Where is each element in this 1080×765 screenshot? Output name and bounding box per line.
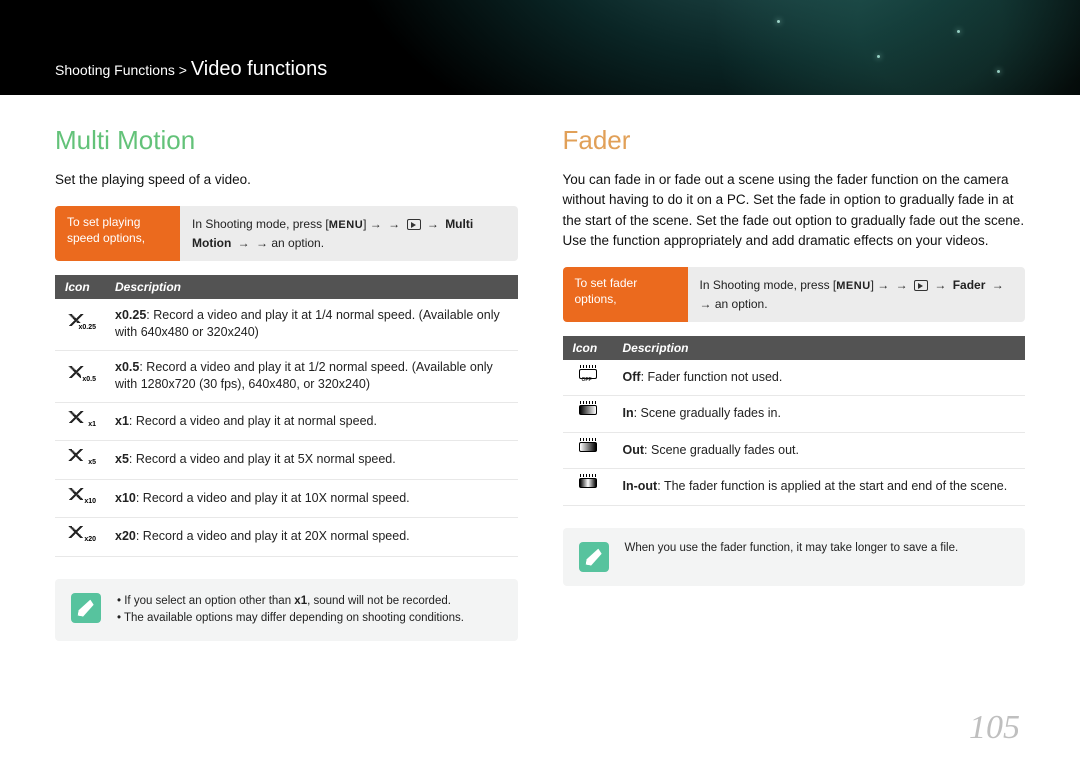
video-icon bbox=[914, 280, 928, 291]
breadcrumb: Shooting Functions > Video functions bbox=[55, 58, 327, 81]
table-row: x0.5 x0.5: Record a video and play it at… bbox=[55, 350, 518, 402]
table-row: x1 x1: Record a video and play it at nor… bbox=[55, 402, 518, 441]
table-header-row: Icon Description bbox=[563, 336, 1026, 360]
table-row: In: Scene gradually fades in. bbox=[563, 396, 1026, 433]
mm-options-table: Icon Description x0.25 x0.25: Record a v… bbox=[55, 275, 518, 557]
speed-icon: x1 bbox=[67, 411, 93, 427]
content-columns: Multi Motion Set the playing speed of a … bbox=[0, 95, 1080, 641]
fader-inout-icon bbox=[577, 477, 599, 491]
table-row: In-out: The fader function is applied at… bbox=[563, 469, 1026, 506]
mm-note-list: If you select an option other than x1, s… bbox=[117, 593, 464, 628]
fader-off-icon bbox=[577, 368, 599, 382]
fader-instruction-box: To set fader options, In Shooting mode, … bbox=[563, 267, 1026, 322]
table-header-row: Icon Description bbox=[55, 275, 518, 299]
video-icon bbox=[407, 219, 421, 230]
right-column: Fader You can fade in or fade out a scen… bbox=[563, 125, 1026, 641]
col-icon: Icon bbox=[563, 336, 613, 360]
speed-icon: x0.25 bbox=[67, 314, 93, 330]
page-number: 105 bbox=[969, 709, 1020, 747]
fader-in-icon bbox=[577, 404, 599, 418]
col-icon: Icon bbox=[55, 275, 105, 299]
menu-button-label: MENU bbox=[329, 217, 363, 234]
col-desc: Description bbox=[613, 336, 1026, 360]
mm-instruction-label: To set playing speed options, bbox=[55, 206, 180, 261]
multi-motion-title: Multi Motion bbox=[55, 125, 518, 156]
fader-instruction-text: In Shooting mode, press [MENU] → → → Fad… bbox=[688, 267, 1026, 322]
fader-intro: You can fade in or fade out a scene usin… bbox=[563, 170, 1026, 251]
fader-note-text: When you use the fader function, it may … bbox=[625, 542, 959, 554]
menu-button-label: MENU bbox=[836, 278, 870, 295]
list-item: If you select an option other than x1, s… bbox=[117, 593, 464, 610]
mm-note-box: If you select an option other than x1, s… bbox=[55, 579, 518, 642]
multi-motion-intro: Set the playing speed of a video. bbox=[55, 170, 518, 190]
breadcrumb-current: Video functions bbox=[191, 58, 327, 80]
fader-out-icon bbox=[577, 441, 599, 455]
table-row: Out: Scene gradually fades out. bbox=[563, 432, 1026, 469]
fader-options-table: Icon Description Off: Fader function not… bbox=[563, 336, 1026, 506]
breadcrumb-sep: > bbox=[179, 62, 187, 78]
speed-icon: x0.5 bbox=[67, 366, 93, 382]
left-column: Multi Motion Set the playing speed of a … bbox=[55, 125, 518, 641]
table-row: x0.25 x0.25: Record a video and play it … bbox=[55, 299, 518, 351]
col-desc: Description bbox=[105, 275, 518, 299]
fader-title: Fader bbox=[563, 125, 1026, 156]
mm-instruction-text: In Shooting mode, press [MENU] → → → Mul… bbox=[180, 206, 518, 261]
speed-icon: x20 bbox=[67, 526, 93, 542]
table-row: x5 x5: Record a video and play it at 5X … bbox=[55, 441, 518, 480]
fader-instruction-label: To set fader options, bbox=[563, 267, 688, 322]
fader-note-box: When you use the fader function, it may … bbox=[563, 528, 1026, 586]
speed-icon: x5 bbox=[67, 449, 93, 465]
breadcrumb-parent: Shooting Functions bbox=[55, 62, 175, 78]
table-row: x10 x10: Record a video and play it at 1… bbox=[55, 479, 518, 518]
mm-instruction-box: To set playing speed options, In Shootin… bbox=[55, 206, 518, 261]
pen-icon bbox=[71, 593, 101, 623]
speed-icon: x10 bbox=[67, 488, 93, 504]
list-item: The available options may differ dependi… bbox=[117, 610, 464, 627]
page-header: Shooting Functions > Video functions bbox=[0, 0, 1080, 95]
table-row: Off: Fader function not used. bbox=[563, 360, 1026, 396]
pen-icon bbox=[579, 542, 609, 572]
table-row: x20 x20: Record a video and play it at 2… bbox=[55, 518, 518, 557]
